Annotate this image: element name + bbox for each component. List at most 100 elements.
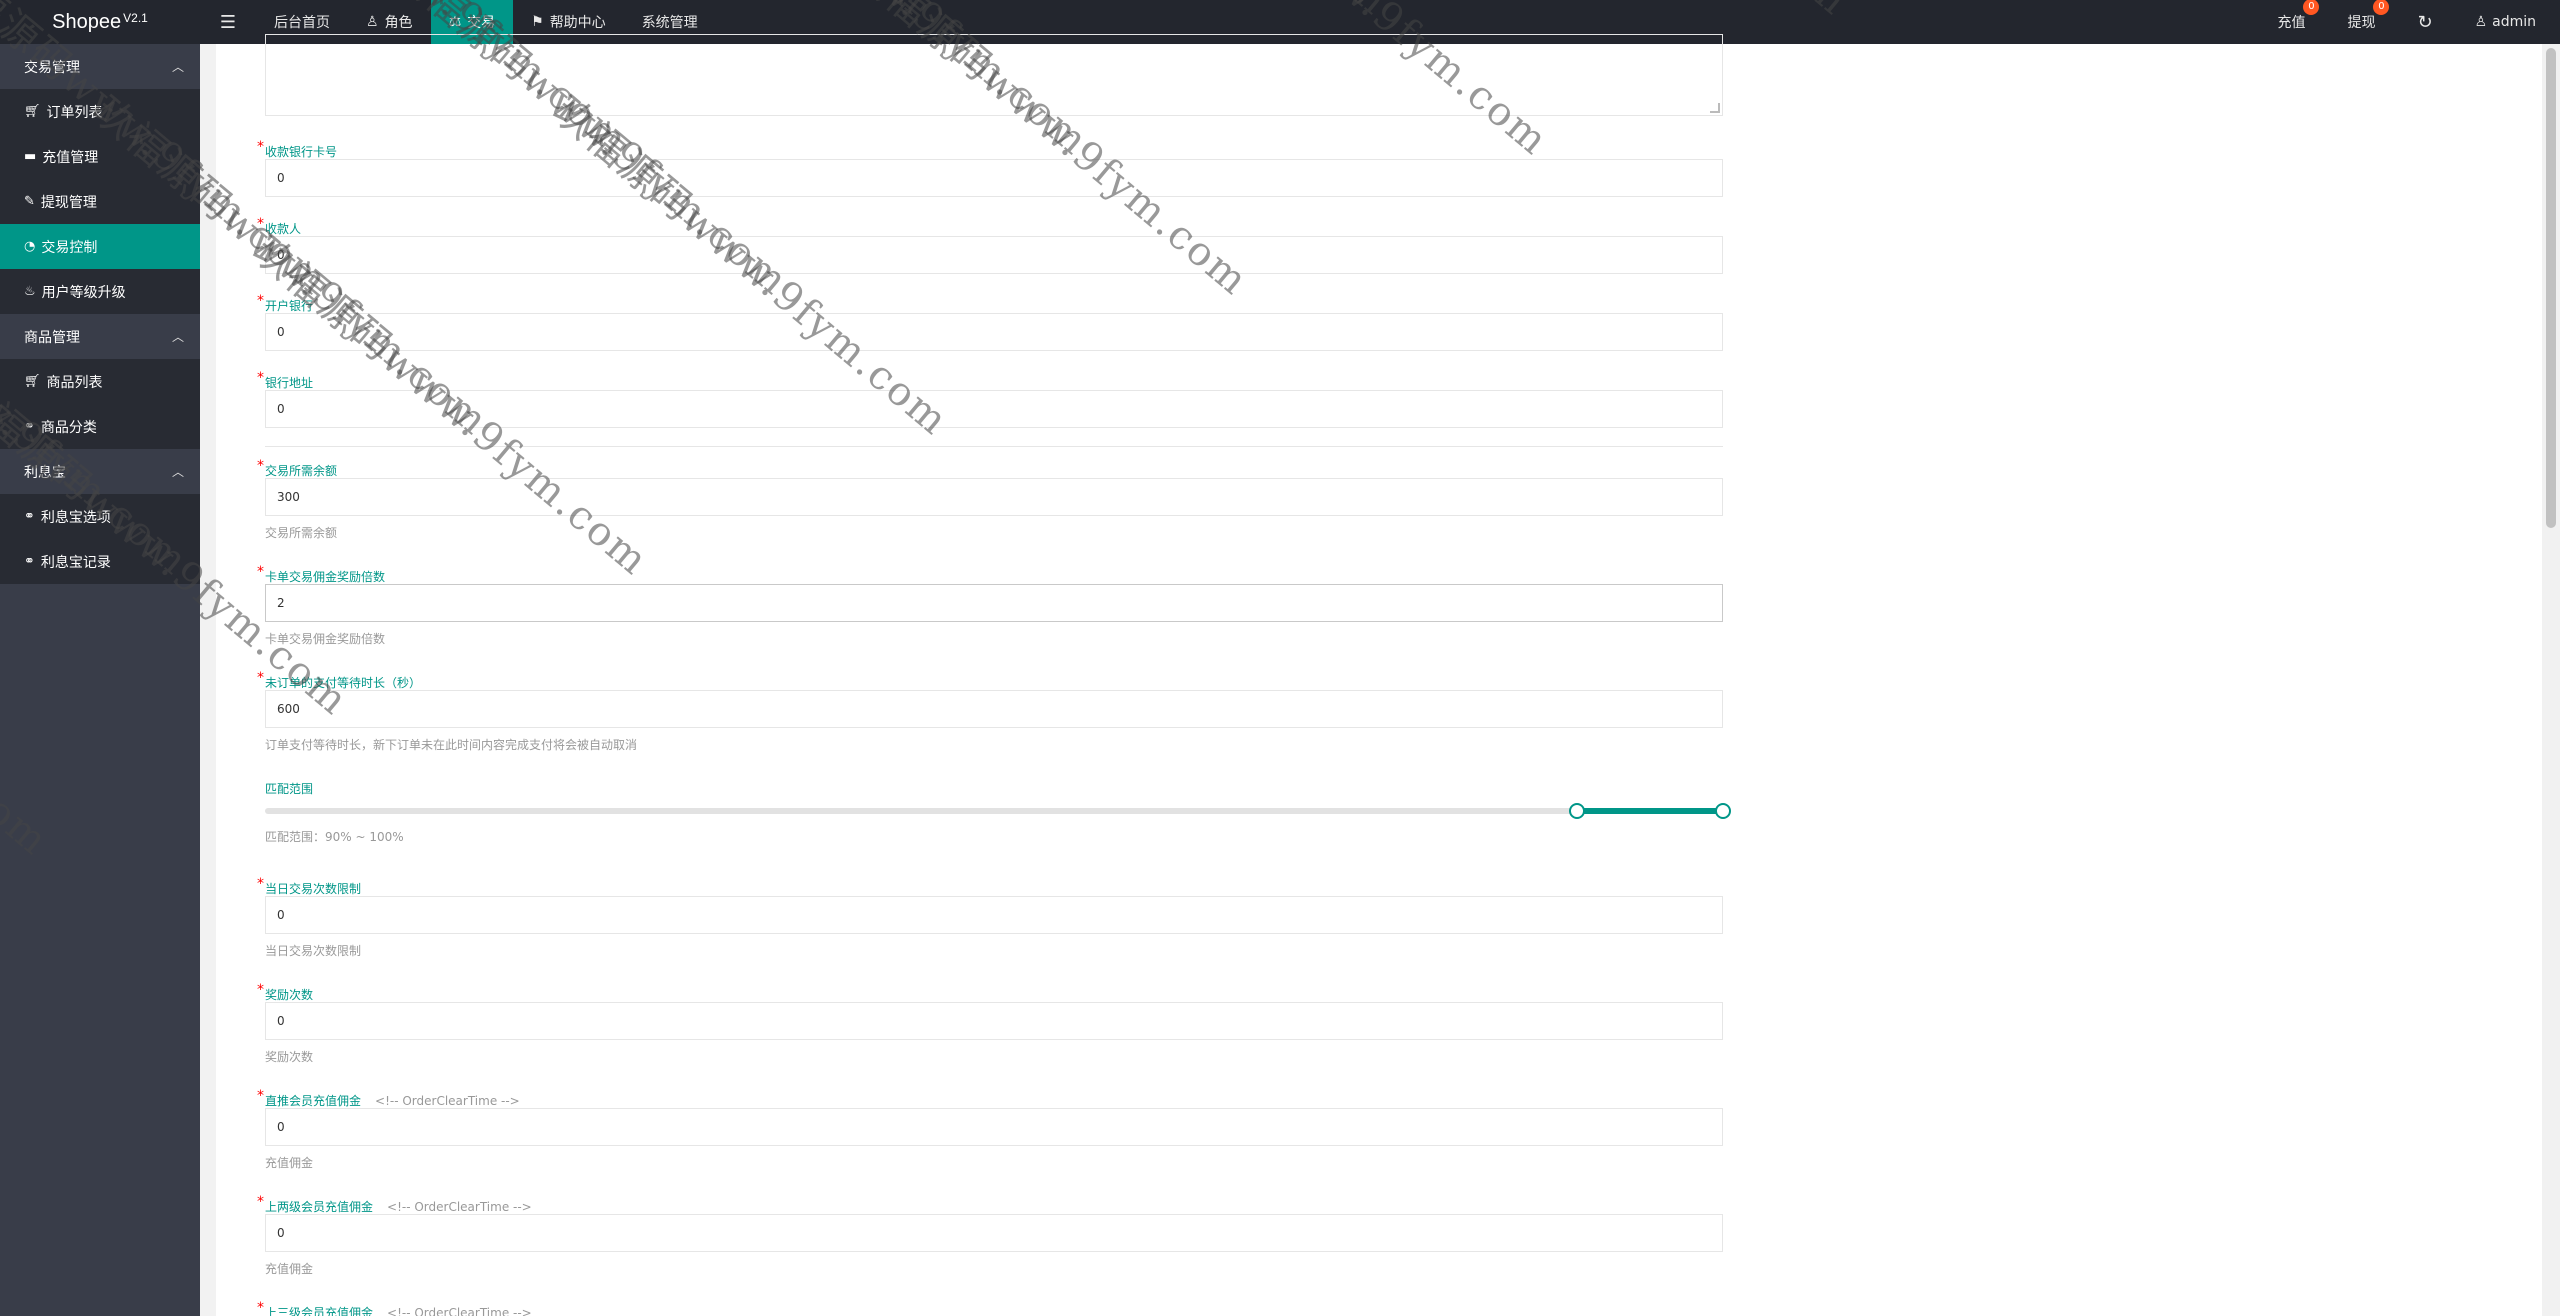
field-label: * 未订单的支付等待时长（秒） <box>257 670 422 691</box>
user-icon: ♙ <box>2474 14 2488 30</box>
sidebar-group-label: 利息宝 <box>24 464 66 481</box>
slider-fill <box>1577 808 1723 814</box>
field-label: * 奖励次数 <box>257 982 314 1003</box>
bank-card-input[interactable]: 0 <box>265 159 1723 197</box>
sidebar-item-label: 商品列表 <box>46 374 103 391</box>
sidebar-item-label: 利息宝选项 <box>40 509 111 526</box>
sidebar-item-recharge[interactable]: ▬ 充值管理 <box>0 134 200 179</box>
field-label-text: 当日交易次数限制 <box>265 882 362 896</box>
reward-times-input[interactable]: 0 <box>265 1002 1723 1040</box>
page-scrollbar[interactable] <box>2542 44 2560 1316</box>
field-label-text: 匹配范围 <box>265 782 314 796</box>
sidebar-item-trade-control[interactable]: ◔ 交易控制 <box>0 224 200 269</box>
app-name: Shopee <box>52 10 122 33</box>
bank-input[interactable]: 0 <box>265 313 1723 351</box>
sidebar-item-orders[interactable]: 🛒︎ 订单列表 <box>0 89 200 134</box>
refresh-button[interactable]: ↻ <box>2417 12 2432 33</box>
required-mark: * <box>257 216 264 232</box>
required-mark: * <box>257 982 264 998</box>
field-comment: <!-- OrderClearTime --> <box>387 1306 532 1316</box>
payee-input[interactable]: 0 <box>265 236 1723 274</box>
sidebar-item-label: 用户等级升级 <box>41 284 126 301</box>
chevron-up-icon: ︿ <box>171 465 184 479</box>
required-mark: * <box>257 1194 264 1210</box>
refresh-icon: ↻ <box>2417 11 2433 33</box>
sidebar-item-withdraw[interactable]: ✎ 提现管理 <box>0 179 200 224</box>
field-label-text: 收款银行卡号 <box>265 145 338 159</box>
field-label-text: 未订单的支付等待时长（秒） <box>265 676 422 690</box>
sidebar-item-interest-options[interactable]: ⚭ 利息宝选项 <box>0 494 200 539</box>
field-hint: 订单支付等待时长，新下订单未在此时间内容完成支付将会被自动取消 <box>265 738 638 752</box>
min-balance-input[interactable]: 300 <box>265 478 1723 516</box>
sidebar-group-trade[interactable]: 交易管理 ︿ <box>0 44 200 89</box>
field-label-text: 奖励次数 <box>265 988 314 1002</box>
section-divider <box>265 446 1723 447</box>
menu-toggle-icon[interactable]: ☰ <box>200 0 256 44</box>
field-label-text: 交易所需余额 <box>265 464 338 478</box>
app-logo[interactable]: Shopee V2.1 <box>0 0 200 44</box>
sidebar-group-interest[interactable]: 利息宝 ︿ <box>0 449 200 494</box>
recharge-link[interactable]: 充值 0 <box>2277 0 2320 32</box>
sidebar-item-goods-list[interactable]: 🛒︎ 商品列表 <box>0 359 200 404</box>
field-comment: <!-- OrderClearTime --> <box>387 1200 532 1214</box>
field-label: * 当日交易次数限制 <box>257 876 362 897</box>
user-menu[interactable]: ♙ admin <box>2475 14 2536 30</box>
sidebar-item-label: 提现管理 <box>40 194 97 211</box>
cart-icon: 🛒︎ <box>24 374 41 389</box>
cart-icon: 🛒︎ <box>24 104 41 119</box>
sidebar-item-interest-records[interactable]: ⚭ 利息宝记录 <box>0 539 200 584</box>
field-label-text: 银行地址 <box>265 376 314 390</box>
field-label-text: 直推会员充值佣金 <box>265 1094 362 1108</box>
resize-grip-icon[interactable] <box>1710 103 1720 113</box>
link-icon: ⚭ <box>24 554 35 569</box>
field-label: * 开户银行 <box>257 293 314 314</box>
scale-icon: ⚖ <box>448 14 462 30</box>
scrollbar-thumb[interactable] <box>2546 48 2556 528</box>
field-label-text: 上两级会员充值佣金 <box>265 1200 374 1214</box>
slider-handle-min[interactable] <box>1569 803 1586 819</box>
sidebar-item-label: 利息宝记录 <box>40 554 111 571</box>
withdraw-badge: 0 <box>2373 0 2390 15</box>
field-label: * 上三级会员充值佣金 <!-- OrderClearTime --> <box>257 1300 532 1316</box>
textarea-field[interactable] <box>265 34 1723 116</box>
form-card: * 收款银行卡号 0 * 收款人 0 * 开户银行 0 * 银行地址 0 * 交易所需余额… <box>216 34 2542 1316</box>
required-mark: * <box>257 139 264 155</box>
recharge-badge: 0 <box>2303 0 2320 15</box>
app-version: V2.1 <box>123 11 148 25</box>
field-label: * 银行地址 <box>257 370 314 391</box>
stuck-reward-input[interactable]: 2 <box>265 584 1723 622</box>
field-hint: 充值佣金 <box>265 1262 314 1276</box>
bank-address-input[interactable]: 0 <box>265 390 1723 428</box>
withdraw-link[interactable]: 提现 0 <box>2347 0 2390 32</box>
daily-limit-input[interactable]: 0 <box>265 896 1723 934</box>
withdraw-label: 提现 <box>2347 15 2376 31</box>
field-hint: 充值佣金 <box>265 1156 314 1170</box>
required-mark: * <box>257 876 264 892</box>
pay-timeout-input[interactable]: 600 <box>265 690 1723 728</box>
nav-home-label: 后台首页 <box>274 15 330 31</box>
sidebar-item-goods-category[interactable]: ⚭ 商品分类 <box>0 404 200 449</box>
field-label: * 交易所需余额 <box>257 458 338 479</box>
direct-commission-input[interactable]: 0 <box>265 1108 1723 1146</box>
chevron-up-icon: ︿ <box>171 60 184 74</box>
link-icon: ⚭ <box>24 509 35 524</box>
sidebar-group-goods[interactable]: 商品管理 ︿ <box>0 314 200 359</box>
required-mark: * <box>257 370 264 386</box>
level2-commission-input[interactable]: 0 <box>265 1214 1723 1252</box>
field-label: * 收款人 <box>257 216 301 237</box>
link-icon: ⚭ <box>24 419 35 434</box>
field-comment: <!-- OrderClearTime --> <box>375 1094 520 1108</box>
sidebar-item-label: 商品分类 <box>40 419 97 436</box>
slider-handle-max[interactable] <box>1715 803 1731 819</box>
nav-trade-label: 交易 <box>467 15 496 31</box>
required-mark: * <box>257 1300 264 1316</box>
field-hint: 卡单交易佣金奖励倍数 <box>265 632 386 646</box>
field-label: * 上两级会员充值佣金 <!-- OrderClearTime --> <box>257 1194 532 1215</box>
sidebar-item-level-upgrade[interactable]: ♨ 用户等级升级 <box>0 269 200 314</box>
match-range-slider[interactable] <box>265 803 1731 819</box>
field-label: * 卡单交易佣金奖励倍数 <box>257 564 385 585</box>
field-label-text: 开户银行 <box>265 299 314 313</box>
nav-system-label: 系统管理 <box>641 15 698 31</box>
flag-icon: ⚑ <box>531 14 544 30</box>
required-mark: * <box>257 1088 264 1104</box>
